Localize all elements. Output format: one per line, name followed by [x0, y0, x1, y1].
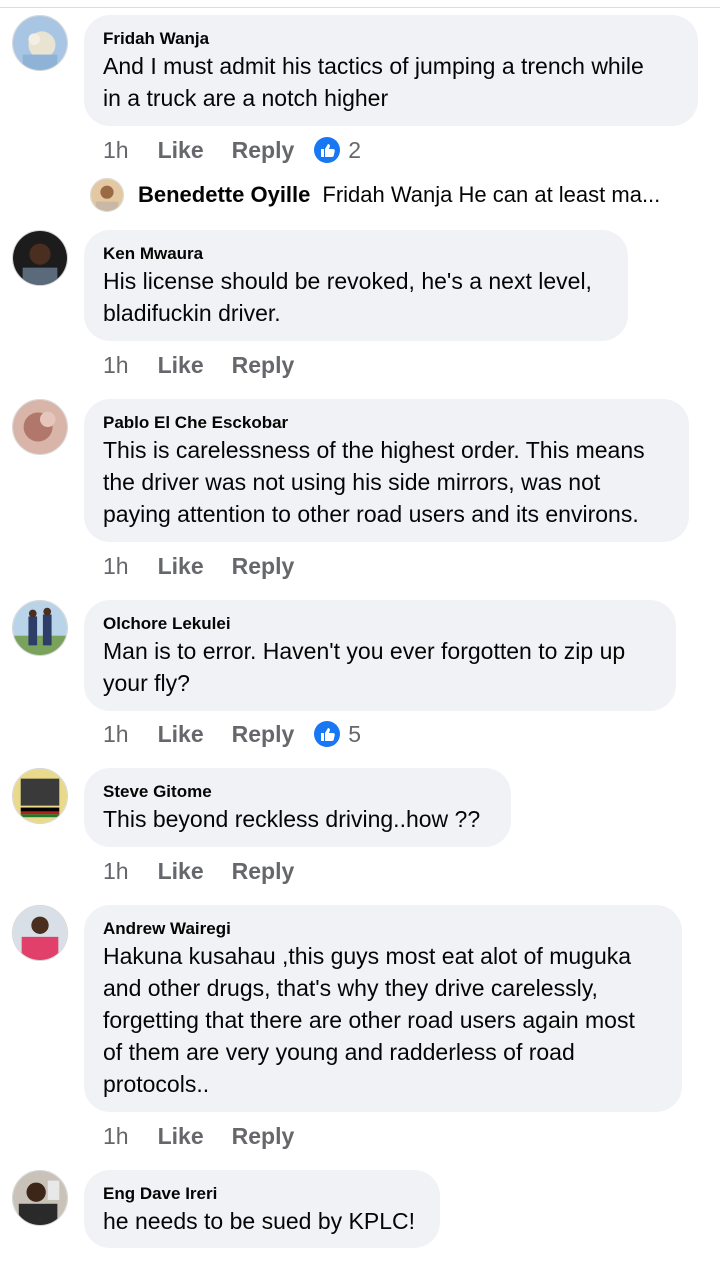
thumbs-up-icon [314, 137, 341, 163]
comment-text-line: Hakuna kusahau ,this guys most eat alot … [103, 943, 632, 969]
comment-text-line: bladifuckin driver. [103, 300, 281, 326]
comment-text-line: His license should be revoked, he's a ne… [103, 268, 592, 294]
avatar[interactable] [12, 1170, 68, 1226]
comment-text-line: paying attention to other road users and… [103, 501, 639, 527]
comment-author[interactable]: Steve Gitome [103, 782, 491, 802]
like-button[interactable]: Like [158, 1123, 204, 1150]
like-button[interactable]: Like [158, 858, 204, 885]
like-button[interactable]: Like [158, 721, 204, 748]
reply-button[interactable]: Reply [232, 858, 295, 885]
comment-actions: 1h Like Reply 2 [103, 134, 361, 166]
comment-time[interactable]: 1h [103, 858, 129, 885]
reply-button[interactable]: Reply [232, 721, 295, 748]
comment-text-line: your fly? [103, 670, 190, 696]
avatar[interactable] [12, 15, 68, 71]
comment-author[interactable]: Eng Dave Ireri [103, 1184, 420, 1204]
reply-button[interactable]: Reply [232, 137, 295, 164]
thumbs-up-icon [314, 721, 341, 747]
comment-text-line: This is carelessness of the highest orde… [103, 437, 645, 463]
comment-bubble[interactable]: Andrew Wairegi Hakuna kusahau ,this guys… [84, 905, 682, 1112]
comment-time[interactable]: 1h [103, 352, 129, 379]
comment-text-line: protocols.. [103, 1071, 210, 1097]
comment-author[interactable]: Olchore Lekulei [103, 614, 656, 634]
reply-button[interactable]: Reply [232, 1123, 295, 1150]
like-button[interactable]: Like [158, 352, 204, 379]
comment-text-line: and other drugs, that's why they drive c… [103, 975, 598, 1001]
comment-time[interactable]: 1h [103, 1123, 129, 1150]
comment-bubble[interactable]: Fridah Wanja And I must admit his tactic… [84, 15, 698, 126]
comment-actions: 1h Like Reply [103, 550, 314, 582]
comment-actions: 1h Like Reply [103, 1120, 314, 1152]
comment-bubble[interactable]: Steve Gitome This beyond reckless drivin… [84, 768, 511, 847]
comment-bubble[interactable]: Eng Dave Ireri he needs to be sued by KP… [84, 1170, 440, 1248]
comment-author[interactable]: Andrew Wairegi [103, 919, 662, 939]
comment-actions: 1h Like Reply [103, 349, 314, 381]
reaction-count: 2 [348, 136, 362, 163]
comment-bubble[interactable]: Pablo El Che Esckobar This is carelessne… [84, 399, 689, 542]
comment-actions: 1h Like Reply 5 [103, 718, 361, 750]
comment-author[interactable]: Ken Mwaura [103, 244, 608, 264]
reaction-summary[interactable]: 2 [314, 137, 361, 164]
reply-button[interactable]: Reply [232, 352, 295, 379]
top-divider [0, 7, 720, 8]
avatar[interactable] [12, 399, 68, 455]
comment-bubble[interactable]: Ken Mwaura His license should be revoked… [84, 230, 628, 341]
avatar[interactable] [12, 230, 68, 286]
comment-text-line: And I must admit his tactics of jumping … [103, 53, 644, 79]
comment-text-line: he needs to be sued by KPLC! [103, 1208, 415, 1234]
reaction-summary[interactable]: 5 [314, 721, 361, 748]
avatar[interactable] [12, 768, 68, 824]
comment-author[interactable]: Fridah Wanja [103, 29, 678, 49]
comment-time[interactable]: 1h [103, 137, 129, 164]
comment-text-line: forgetting that there are other road use… [103, 1007, 635, 1033]
reply-button[interactable]: Reply [232, 553, 295, 580]
reply-author[interactable]: Benedette Oyille [138, 182, 310, 208]
reply-avatar [90, 178, 124, 212]
comment-time[interactable]: 1h [103, 721, 129, 748]
like-button[interactable]: Like [158, 553, 204, 580]
avatar[interactable] [12, 600, 68, 656]
comment-text-line: in a truck are a notch higher [103, 85, 389, 111]
view-reply-preview[interactable]: Benedette Oyille Fridah Wanja He can at … [90, 177, 660, 213]
comment-text-line: Man is to error. Haven't you ever forgot… [103, 638, 626, 664]
comment-text-line: This beyond reckless driving..how ?? [103, 806, 481, 832]
comment-actions: 1h Like Reply [103, 855, 314, 887]
comment-text-line: the driver was not using his side mirror… [103, 469, 601, 495]
comment-text-line: of them are very young and radderless of… [103, 1039, 575, 1065]
like-button[interactable]: Like [158, 137, 204, 164]
reply-text: Fridah Wanja He can at least ma... [322, 182, 661, 207]
reaction-count: 5 [348, 720, 362, 747]
comment-author[interactable]: Pablo El Che Esckobar [103, 413, 669, 433]
avatar[interactable] [12, 905, 68, 961]
comment-time[interactable]: 1h [103, 553, 129, 580]
comment-bubble[interactable]: Olchore Lekulei Man is to error. Haven't… [84, 600, 676, 711]
